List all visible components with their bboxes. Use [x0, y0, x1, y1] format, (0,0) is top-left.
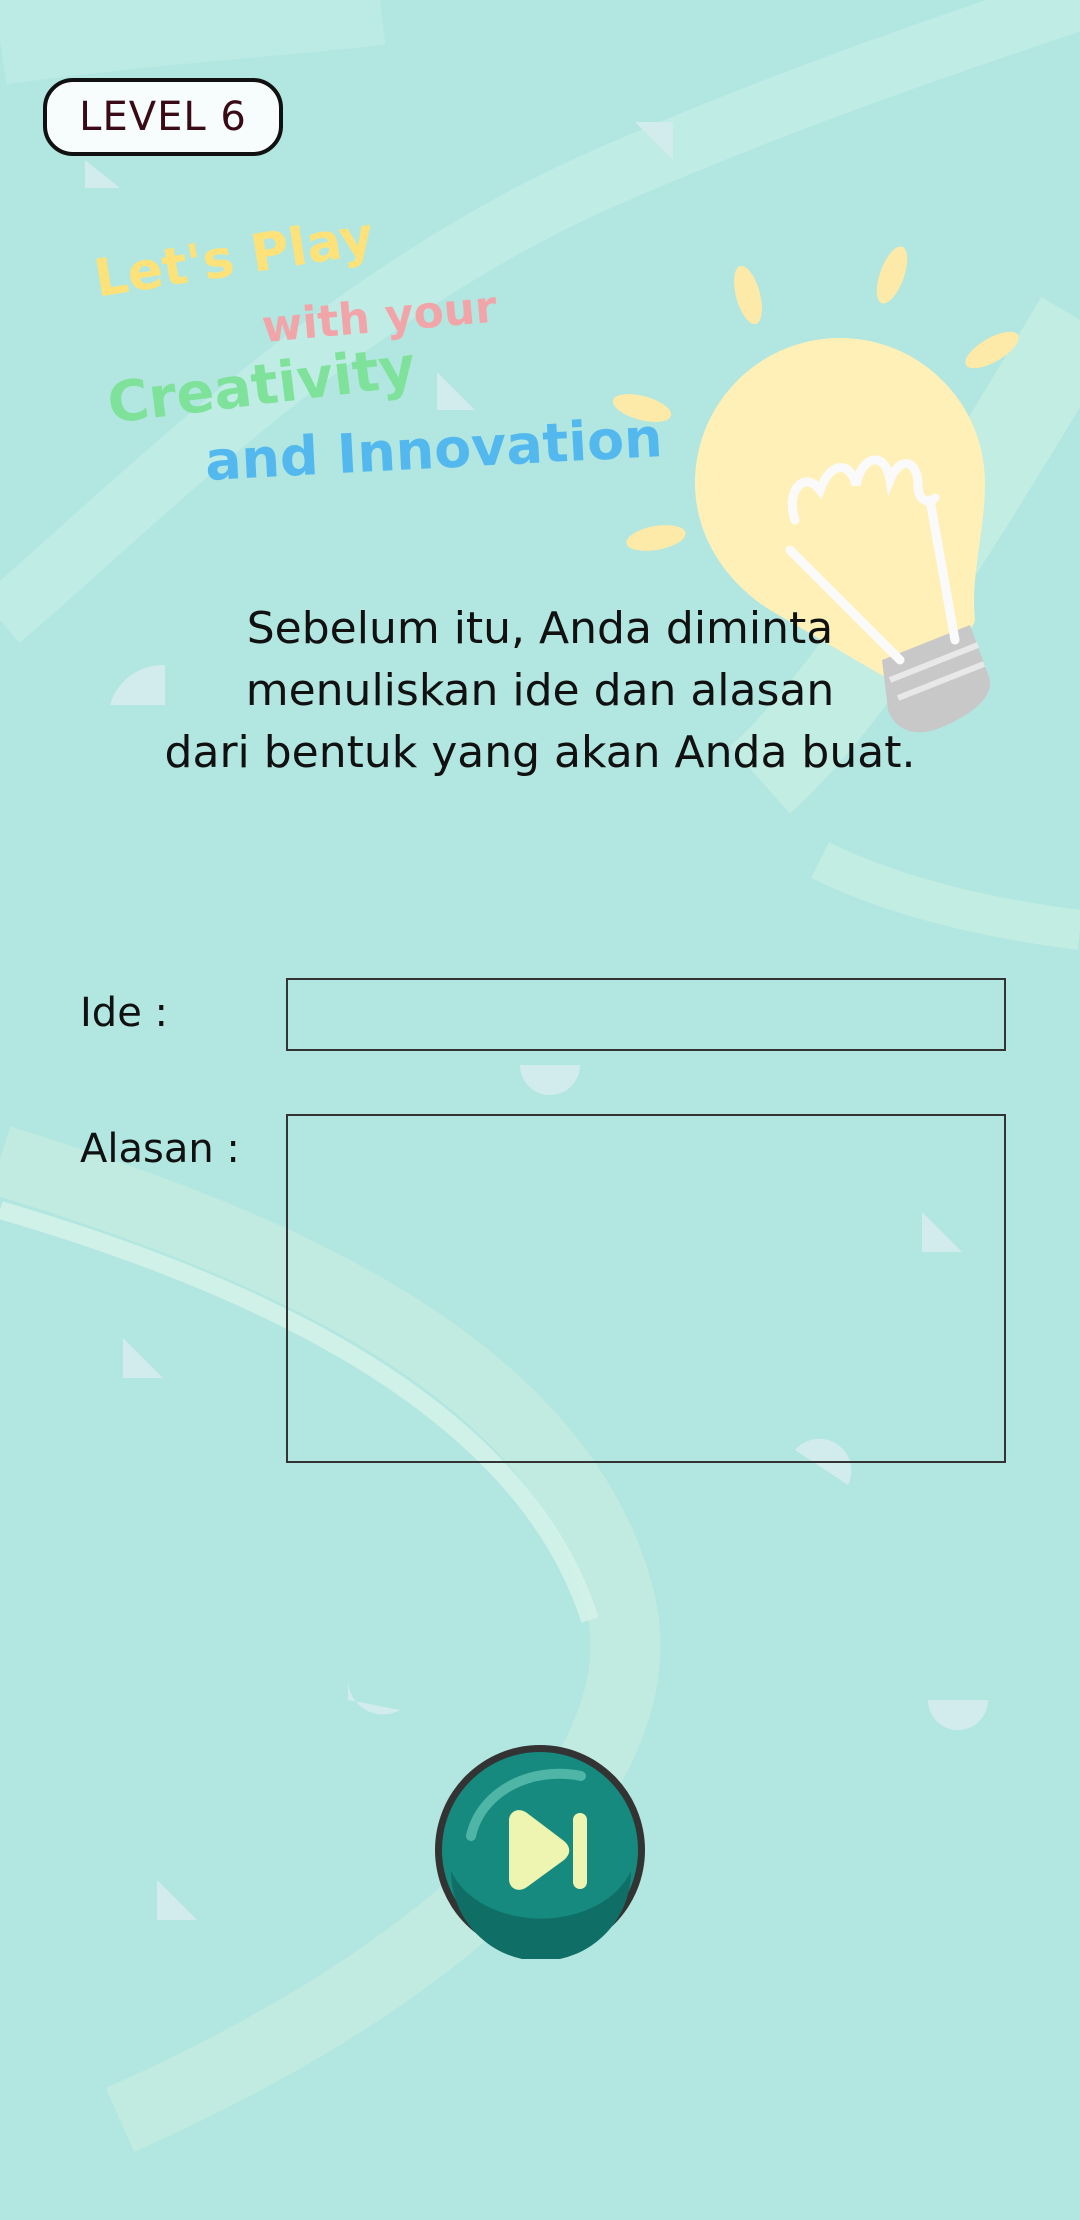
instruction-line-3: dari bentuk yang akan Anda buat. — [164, 727, 916, 778]
level-badge: LEVEL 6 — [43, 78, 283, 156]
idea-input[interactable] — [286, 978, 1006, 1051]
reason-textarea[interactable] — [286, 1114, 1006, 1463]
reason-label: Alasan : — [80, 1126, 240, 1172]
instruction-line-1: Sebelum itu, Anda diminta — [246, 603, 834, 654]
idea-label: Ide : — [80, 990, 168, 1036]
instruction-line-2: menuliskan ide dan alasan — [245, 665, 835, 716]
instruction-text: Sebelum itu, Anda diminta menuliskan ide… — [0, 598, 1080, 784]
next-button[interactable] — [431, 1741, 649, 1959]
